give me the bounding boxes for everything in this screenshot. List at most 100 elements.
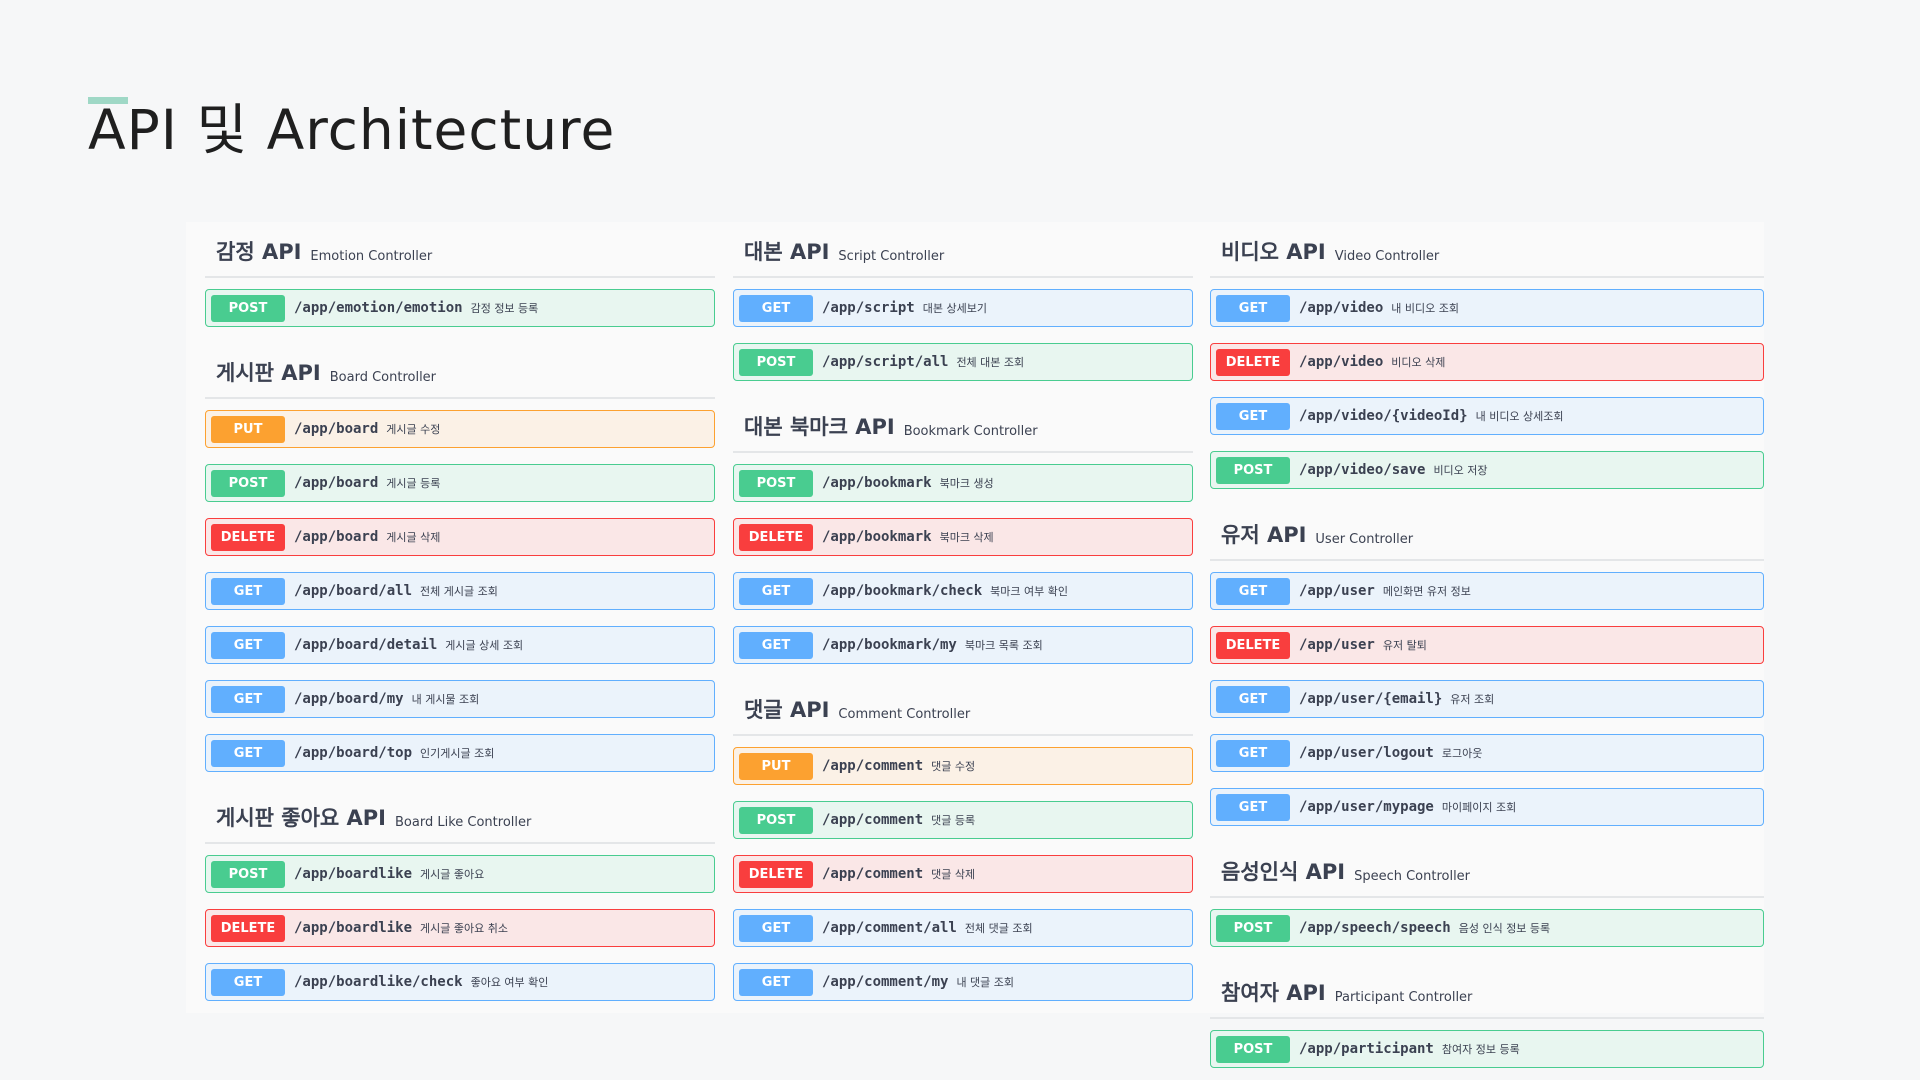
http-method-badge: DELETE bbox=[1216, 348, 1290, 376]
api-operation-row[interactable]: GET/app/script 대본 상세보기 bbox=[733, 289, 1193, 327]
api-operation-row[interactable]: GET/app/bookmark/check 북마크 여부 확인 bbox=[733, 572, 1193, 610]
endpoint-description: 게시글 좋아요 취소 bbox=[420, 922, 508, 935]
api-operation-row[interactable]: GET/app/user 메인화면 유저 정보 bbox=[1210, 572, 1764, 610]
endpoint-path: /app/boardlike bbox=[294, 866, 413, 882]
api-operation-row[interactable]: GET/app/board/my 내 게시물 조회 bbox=[205, 680, 715, 718]
http-method-badge: POST bbox=[1216, 1035, 1290, 1063]
api-operation-row[interactable]: POST/app/board 게시글 등록 bbox=[205, 464, 715, 502]
http-method-badge: DELETE bbox=[1216, 631, 1290, 659]
endpoint-path: /app/user/{email} bbox=[1299, 691, 1443, 707]
api-operation-row[interactable]: GET/app/board/all 전체 게시글 조회 bbox=[205, 572, 715, 610]
endpoint-path: /app/comment/all bbox=[822, 920, 957, 936]
api-operation-row[interactable]: POST/app/bookmark 북마크 생성 bbox=[733, 464, 1193, 502]
http-method-badge: GET bbox=[1216, 685, 1290, 713]
endpoint-path: /app/script bbox=[822, 300, 915, 316]
endpoint-description: 전체 게시글 조회 bbox=[420, 585, 498, 598]
api-operation-row[interactable]: GET/app/user/{email} 유저 조회 bbox=[1210, 680, 1764, 718]
endpoint-description: 유저 조회 bbox=[1450, 693, 1495, 706]
api-group-title: 음성인식 API bbox=[1221, 860, 1346, 884]
api-group-subtitle: Emotion Controller bbox=[310, 249, 433, 264]
api-docs-panel: 감정 API Emotion Controller POST/app/emotion… bbox=[186, 222, 1764, 1068]
http-method-badge: POST bbox=[739, 469, 813, 497]
endpoint-description: 내 게시물 조회 bbox=[411, 693, 480, 706]
api-operation-row[interactable]: GET/app/board/detail 게시글 상세 조회 bbox=[205, 626, 715, 664]
api-operation-row[interactable]: GET/app/comment/all 전체 댓글 조회 bbox=[733, 909, 1193, 947]
api-group-header[interactable]: 음성인식 API Speech Controller bbox=[1210, 842, 1764, 898]
api-group-header[interactable]: 대본 API Script Controller bbox=[733, 222, 1193, 278]
api-group-header[interactable]: 게시판 좋아요 API Board Like Controller bbox=[205, 788, 715, 844]
api-operation-row[interactable]: POST/app/emotion/emotion 감정 정보 등록 bbox=[205, 289, 715, 327]
endpoint-description: 전체 대본 조회 bbox=[956, 356, 1025, 369]
api-operation-row[interactable]: PUT/app/board 게시글 수정 bbox=[205, 410, 715, 448]
api-operation-row[interactable]: POST/app/comment 댓글 등록 bbox=[733, 801, 1193, 839]
api-operation-row[interactable]: DELETE/app/board 게시글 삭제 bbox=[205, 518, 715, 556]
endpoint-description: 유저 탈퇴 bbox=[1382, 639, 1427, 652]
api-operation-row[interactable]: DELETE/app/comment 댓글 삭제 bbox=[733, 855, 1193, 893]
api-operation-row[interactable]: DELETE/app/video 비디오 삭제 bbox=[1210, 343, 1764, 381]
endpoint-path: /app/boardlike bbox=[294, 920, 413, 936]
api-operation-row[interactable]: GET/app/user/logout 로그아웃 bbox=[1210, 734, 1764, 772]
api-group-header[interactable]: 유저 API User Controller bbox=[1210, 505, 1764, 561]
api-group-title: 감정 API bbox=[216, 240, 302, 264]
api-operation-row[interactable]: GET/app/boardlike/check 좋아요 여부 확인 bbox=[205, 963, 715, 1001]
http-method-badge: GET bbox=[739, 968, 813, 996]
api-group-header[interactable]: 감정 API Emotion Controller bbox=[205, 222, 715, 278]
api-group-subtitle: Video Controller bbox=[1334, 249, 1440, 264]
endpoint-path: /app/emotion/emotion bbox=[294, 300, 463, 316]
http-method-badge: GET bbox=[739, 294, 813, 322]
endpoint-path: /app/video/save bbox=[1299, 462, 1426, 478]
endpoint-description: 참여자 정보 등록 bbox=[1441, 1043, 1520, 1056]
api-group-header[interactable]: 비디오 API Video Controller bbox=[1210, 222, 1764, 278]
api-operation-row[interactable]: PUT/app/comment 댓글 수정 bbox=[733, 747, 1193, 785]
api-group-header[interactable]: 게시판 API Board Controller bbox=[205, 343, 715, 399]
api-group: 게시판 API Board Controller PUT/app/board 게시글 … bbox=[205, 343, 715, 772]
api-group-title: 참여자 API bbox=[1221, 981, 1326, 1005]
api-operation-row[interactable]: GET/app/board/top 인기게시글 조회 bbox=[205, 734, 715, 772]
api-column-2: 대본 API Script Controller GET/app/script 대본 … bbox=[733, 222, 1193, 1013]
endpoint-path: /app/comment bbox=[822, 866, 924, 882]
api-operation-row[interactable]: GET/app/video 내 비디오 조회 bbox=[1210, 289, 1764, 327]
api-group: 게시판 좋아요 API Board Like Controller POST/app… bbox=[205, 788, 715, 1001]
api-operation-row[interactable]: GET/app/video/{videoId} 내 비디오 상세조회 bbox=[1210, 397, 1764, 435]
api-group-subtitle: Bookmark Controller bbox=[903, 424, 1038, 439]
endpoint-description: 로그아웃 bbox=[1441, 747, 1483, 760]
api-operation-row[interactable]: POST/app/video/save 비디오 저장 bbox=[1210, 451, 1764, 489]
api-operation-row[interactable]: POST/app/script/all 전체 대본 조회 bbox=[733, 343, 1193, 381]
api-group-header[interactable]: 댓글 API Comment Controller bbox=[733, 680, 1193, 736]
http-method-badge: GET bbox=[1216, 402, 1290, 430]
api-operation-row[interactable]: DELETE/app/bookmark 북마크 삭제 bbox=[733, 518, 1193, 556]
endpoint-path: /app/user/mypage bbox=[1299, 799, 1434, 815]
endpoint-path: /app/board/my bbox=[294, 691, 404, 707]
endpoint-description: 음성 인식 정보 등록 bbox=[1458, 922, 1551, 935]
api-group-subtitle: Script Controller bbox=[838, 249, 945, 264]
api-operation-row[interactable]: GET/app/bookmark/my 북마크 목록 조회 bbox=[733, 626, 1193, 664]
http-method-badge: GET bbox=[211, 739, 285, 767]
endpoint-path: /app/user bbox=[1299, 637, 1375, 653]
api-group: 비디오 API Video Controller GET/app/video 내 비디… bbox=[1210, 222, 1764, 489]
api-group-header[interactable]: 참여자 API Participant Controller bbox=[1210, 963, 1764, 1019]
api-operation-row[interactable]: POST/app/speech/speech 음성 인식 정보 등록 bbox=[1210, 909, 1764, 947]
api-group-header[interactable]: 대본 북마크 API Bookmark Controller bbox=[733, 397, 1193, 453]
api-group-title: 게시판 API bbox=[216, 361, 321, 385]
endpoint-description: 북마크 목록 조회 bbox=[964, 639, 1043, 652]
http-method-badge: PUT bbox=[211, 415, 285, 443]
http-method-badge: POST bbox=[211, 860, 285, 888]
http-method-badge: DELETE bbox=[739, 860, 813, 888]
http-method-badge: PUT bbox=[739, 752, 813, 780]
endpoint-path: /app/comment/my bbox=[822, 974, 949, 990]
api-operation-row[interactable]: GET/app/user/mypage 마이페이지 조회 bbox=[1210, 788, 1764, 826]
api-operation-row[interactable]: DELETE/app/boardlike 게시글 좋아요 취소 bbox=[205, 909, 715, 947]
api-operation-row[interactable]: POST/app/participant 참여자 정보 등록 bbox=[1210, 1030, 1764, 1068]
endpoint-path: /app/bookmark/my bbox=[822, 637, 957, 653]
http-method-badge: GET bbox=[1216, 294, 1290, 322]
api-operation-row[interactable]: DELETE/app/user 유저 탈퇴 bbox=[1210, 626, 1764, 664]
api-operation-row[interactable]: POST/app/boardlike 게시글 좋아요 bbox=[205, 855, 715, 893]
endpoint-path: /app/bookmark/check bbox=[822, 583, 983, 599]
api-group-subtitle: Comment Controller bbox=[838, 707, 971, 722]
api-operation-row[interactable]: GET/app/comment/my 내 댓글 조회 bbox=[733, 963, 1193, 1001]
endpoint-path: /app/board bbox=[294, 421, 379, 437]
api-column-1: 감정 API Emotion Controller POST/app/emotion… bbox=[205, 222, 715, 1013]
endpoint-path: /app/boardlike/check bbox=[294, 974, 463, 990]
endpoint-description: 대본 상세보기 bbox=[922, 302, 987, 315]
endpoint-path: /app/bookmark bbox=[822, 475, 932, 491]
